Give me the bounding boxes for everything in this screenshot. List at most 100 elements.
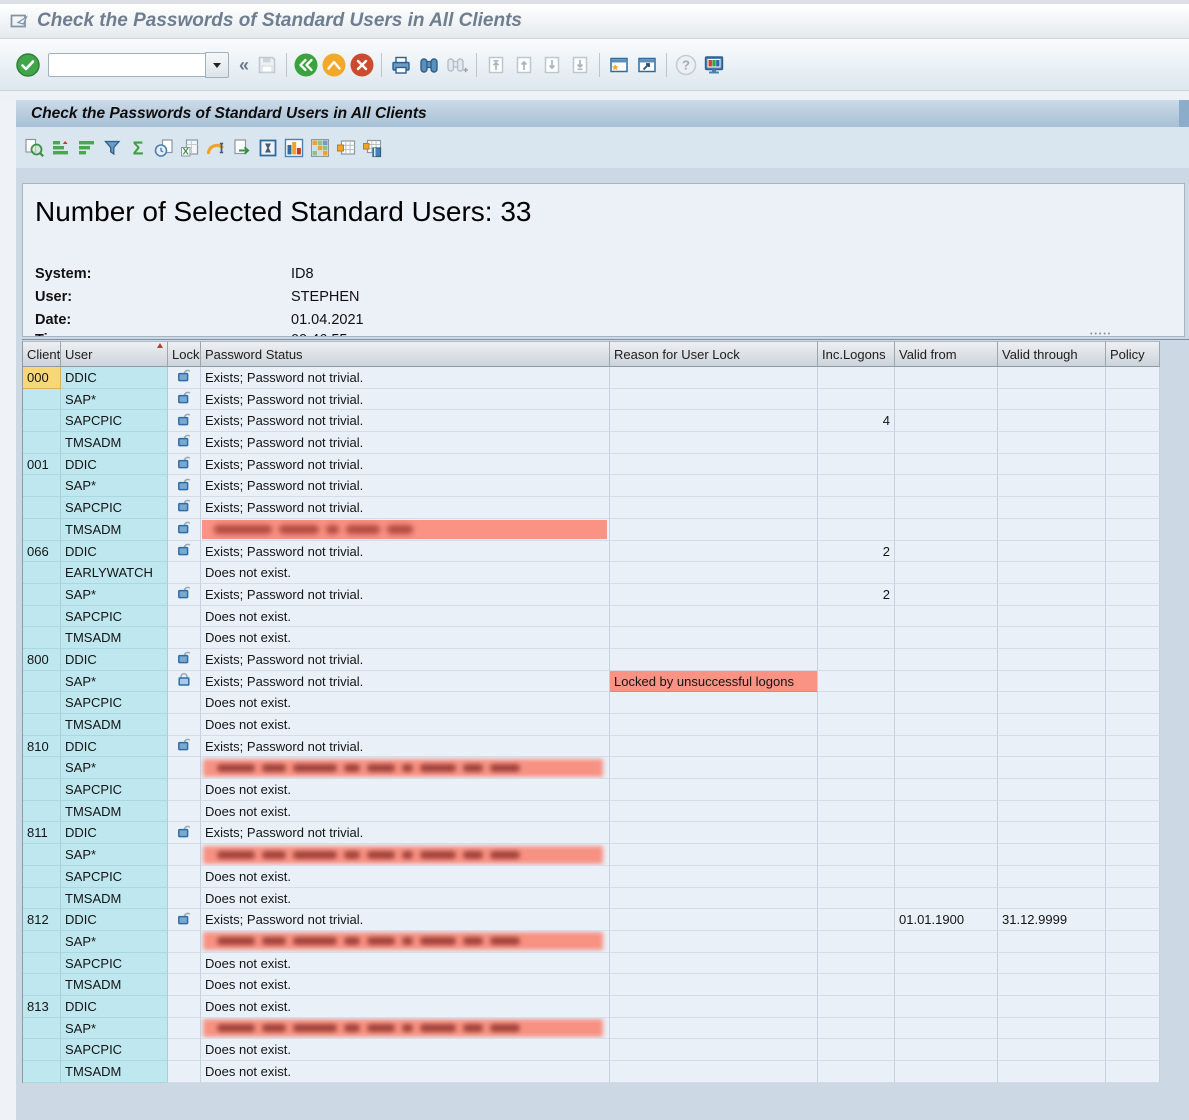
cell-lock[interactable]: [168, 736, 201, 758]
cell-status[interactable]: [201, 519, 610, 541]
cell-client[interactable]: [23, 757, 61, 779]
cell-status[interactable]: Exists; Password not trivial.: [201, 410, 610, 432]
cell-valid-from[interactable]: [895, 888, 998, 910]
cell-client[interactable]: [23, 671, 61, 693]
previous-page-icon[interactable]: [510, 51, 538, 79]
cell-valid-from[interactable]: [895, 844, 998, 866]
cell-valid-from[interactable]: [895, 671, 998, 693]
cell-client[interactable]: [23, 1061, 61, 1083]
cell-valid-from[interactable]: [895, 432, 998, 454]
cell-inc-logons[interactable]: [818, 757, 895, 779]
cell-client[interactable]: [23, 410, 61, 432]
cell-status[interactable]: Exists; Password not trivial.: [201, 475, 610, 497]
cell-inc-logons[interactable]: [818, 1039, 895, 1061]
cell-reason[interactable]: [610, 562, 818, 584]
cell-policy[interactable]: [1106, 779, 1160, 801]
cell-status[interactable]: Exists; Password not trivial.: [201, 584, 610, 606]
cell-lock[interactable]: [168, 671, 201, 693]
cell-status[interactable]: Does not exist.: [201, 606, 610, 628]
cell-user[interactable]: TMSADM: [61, 432, 168, 454]
column-header-valid-from[interactable]: Valid from: [895, 341, 998, 367]
cell-status[interactable]: Does not exist.: [201, 1039, 610, 1061]
cell-policy[interactable]: [1106, 888, 1160, 910]
splitter[interactable]: [22, 339, 1189, 340]
cell-lock[interactable]: [168, 541, 201, 563]
cell-client[interactable]: [23, 866, 61, 888]
cell-reason[interactable]: [610, 1018, 818, 1040]
cell-client[interactable]: 811: [23, 822, 61, 844]
cell-valid-from[interactable]: [895, 562, 998, 584]
cell-policy[interactable]: [1106, 953, 1160, 975]
cell-lock[interactable]: [168, 584, 201, 606]
cell-valid-through[interactable]: [998, 996, 1106, 1018]
cell-client[interactable]: [23, 779, 61, 801]
cell-reason[interactable]: [610, 779, 818, 801]
cell-lock[interactable]: [168, 389, 201, 411]
cell-client[interactable]: [23, 888, 61, 910]
cell-status[interactable]: Exists; Password not trivial.: [201, 432, 610, 454]
cell-valid-through[interactable]: [998, 627, 1106, 649]
cell-inc-logons[interactable]: [818, 801, 895, 823]
cell-policy[interactable]: [1106, 497, 1160, 519]
column-header-user[interactable]: User: [61, 341, 168, 367]
cell-status[interactable]: Exists; Password not trivial.: [201, 389, 610, 411]
cell-status[interactable]: Does not exist.: [201, 953, 610, 975]
cell-user[interactable]: TMSADM: [61, 627, 168, 649]
cell-valid-through[interactable]: [998, 1061, 1106, 1083]
cell-client[interactable]: [23, 931, 61, 953]
cell-valid-through[interactable]: [998, 475, 1106, 497]
cell-reason[interactable]: [610, 606, 818, 628]
print-icon[interactable]: [387, 51, 415, 79]
cell-client[interactable]: [23, 389, 61, 411]
cell-client[interactable]: [23, 584, 61, 606]
cell-valid-from[interactable]: [895, 953, 998, 975]
word-processing-icon[interactable]: [203, 135, 228, 160]
cell-reason[interactable]: [610, 714, 818, 736]
cell-status[interactable]: Does not exist.: [201, 779, 610, 801]
cell-valid-from[interactable]: [895, 584, 998, 606]
cell-valid-through[interactable]: [998, 541, 1106, 563]
cell-policy[interactable]: [1106, 931, 1160, 953]
cell-lock[interactable]: [168, 974, 201, 996]
hourglass-icon[interactable]: [255, 135, 280, 160]
cell-policy[interactable]: [1106, 584, 1160, 606]
cell-lock[interactable]: [168, 692, 201, 714]
find-icon[interactable]: [415, 51, 443, 79]
column-header-client[interactable]: Client: [23, 341, 61, 367]
help-icon[interactable]: ?: [672, 51, 700, 79]
cell-valid-from[interactable]: [895, 519, 998, 541]
cell-policy[interactable]: [1106, 736, 1160, 758]
cell-lock[interactable]: [168, 606, 201, 628]
new-session-icon[interactable]: [605, 51, 633, 79]
cell-valid-from[interactable]: [895, 1039, 998, 1061]
cell-inc-logons[interactable]: [818, 692, 895, 714]
cell-user[interactable]: DDIC: [61, 996, 168, 1018]
cell-user[interactable]: SAPCPIC: [61, 866, 168, 888]
cell-lock[interactable]: [168, 432, 201, 454]
cell-valid-through[interactable]: [998, 866, 1106, 888]
cell-reason[interactable]: [610, 1061, 818, 1083]
cell-valid-through[interactable]: [998, 888, 1106, 910]
set-filter-icon[interactable]: [99, 135, 124, 160]
cell-policy[interactable]: [1106, 519, 1160, 541]
cell-status[interactable]: Does not exist.: [201, 801, 610, 823]
cell-inc-logons[interactable]: [818, 844, 895, 866]
cell-reason[interactable]: [610, 497, 818, 519]
next-page-icon[interactable]: [538, 51, 566, 79]
cell-client[interactable]: 813: [23, 996, 61, 1018]
cell-lock[interactable]: [168, 888, 201, 910]
cell-reason[interactable]: [610, 519, 818, 541]
cell-valid-from[interactable]: 01.01.1900: [895, 909, 998, 931]
cell-user[interactable]: EARLYWATCH: [61, 562, 168, 584]
sort-descending-icon[interactable]: [73, 135, 98, 160]
cell-user[interactable]: TMSADM: [61, 801, 168, 823]
save-layout-icon[interactable]: [359, 135, 384, 160]
cell-user[interactable]: SAPCPIC: [61, 497, 168, 519]
cell-reason[interactable]: [610, 410, 818, 432]
cell-inc-logons[interactable]: [818, 562, 895, 584]
cell-lock[interactable]: [168, 866, 201, 888]
cell-inc-logons[interactable]: 2: [818, 541, 895, 563]
cell-valid-through[interactable]: [998, 606, 1106, 628]
cell-policy[interactable]: [1106, 671, 1160, 693]
cell-reason[interactable]: [610, 931, 818, 953]
